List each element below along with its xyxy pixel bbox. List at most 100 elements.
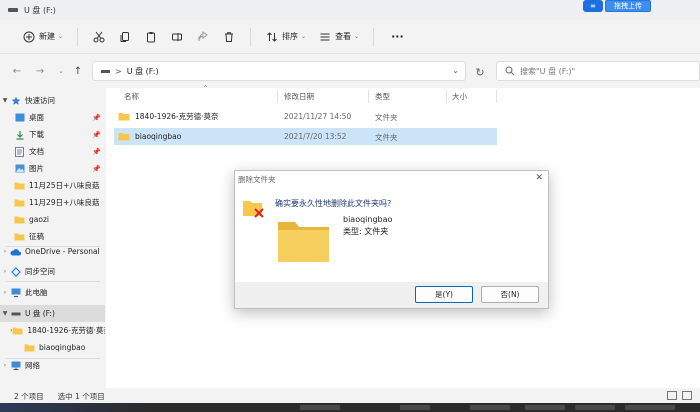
breadcrumb-separator: >	[115, 66, 122, 76]
pin-icon[interactable]: 📌	[92, 148, 101, 156]
sidebar-item-label: 文档	[29, 147, 44, 156]
sidebar-item-sync-space[interactable]: › 同步空间	[0, 263, 105, 280]
sidebar-item-documents[interactable]: 文档 📌	[0, 143, 105, 160]
share-button[interactable]	[190, 26, 216, 48]
title-bar: U 盘 (F:) ∞ 拖拽上传	[0, 0, 700, 20]
view-label: 查看	[335, 32, 352, 41]
chevron-right-icon[interactable]: ›	[0, 248, 10, 255]
view-button[interactable]: 查看 ⌄	[312, 26, 365, 48]
sidebar-item-folder[interactable]: biaoqingbao	[0, 339, 105, 356]
column-header-name[interactable]: 名称	[124, 88, 139, 105]
cloud-icon	[10, 247, 21, 257]
forward-arrow-icon[interactable]: →	[31, 62, 49, 80]
chevron-down-icon[interactable]: ▼	[0, 310, 10, 317]
folder-icon	[118, 113, 130, 121]
view-toggle	[667, 391, 692, 400]
paste-button[interactable]	[138, 26, 164, 48]
sync-icon	[10, 266, 21, 277]
taskbar-button[interactable]	[400, 405, 430, 410]
cut-button[interactable]	[86, 26, 112, 48]
more-label: ···	[391, 30, 404, 43]
yes-button[interactable]: 是(Y)	[415, 286, 473, 303]
pin-icon[interactable]: 📌	[92, 131, 101, 139]
taskbar-button[interactable]	[470, 405, 510, 410]
column-divider[interactable]	[496, 90, 497, 103]
search-placeholder: 搜索"U 盘 (F:)"	[520, 66, 576, 76]
dialog-body: 确实要永久性地删除此文件夹吗? biaoqingbao 类型: 文件夹	[235, 188, 548, 282]
sidebar-item-label: 同步空间	[25, 267, 55, 276]
details-view-icon[interactable]	[667, 391, 677, 400]
trash-icon	[222, 30, 236, 44]
file-type: 文件夹	[375, 113, 398, 122]
chevron-right-icon[interactable]: ›	[0, 362, 10, 369]
sidebar-item-usb-drive[interactable]: ▼ U 盘 (F:)	[0, 305, 105, 322]
sidebar-item-label: OneDrive - Personal	[25, 247, 100, 256]
pin-icon[interactable]: 📌	[92, 165, 101, 173]
column-header-type[interactable]: 类型	[375, 88, 390, 105]
taskbar-button[interactable]	[575, 405, 615, 410]
sidebar-item-this-pc[interactable]: › 此电脑	[0, 284, 105, 301]
dialog-title-bar: 删除文件夹 ✕	[235, 171, 548, 188]
chevron-down-icon: ⌄	[58, 33, 64, 40]
recent-chevron-icon[interactable]: ⌄	[52, 62, 70, 80]
more-options-button[interactable]: ···	[382, 26, 410, 48]
drag-upload-button[interactable]: 拖拽上传	[605, 0, 651, 12]
sidebar-item-folder[interactable]: › 1840-1926-克劳德·莫奈	[0, 322, 105, 339]
scissors-icon	[92, 30, 106, 44]
folder-icon	[14, 181, 25, 191]
sidebar-item-label: biaoqingbao	[39, 343, 86, 352]
column-divider[interactable]	[446, 90, 447, 103]
column-header-modified[interactable]: 修改日期	[284, 88, 314, 105]
dialog-title: 删除文件夹	[238, 175, 276, 184]
back-arrow-icon[interactable]: ←	[8, 62, 26, 80]
selected-count: 选中 1 个项目	[57, 391, 105, 401]
sidebar-item-folder[interactable]: gaozi	[0, 211, 105, 228]
refresh-icon[interactable]: ↻	[471, 63, 489, 81]
sidebar-item-folder[interactable]: 11月29日+八味良菇	[0, 194, 105, 211]
breadcrumb-drive[interactable]: U 盘 (F:)	[127, 66, 159, 77]
toolbar-divider	[250, 27, 252, 46]
address-bar[interactable]: > U 盘 (F:) ⌄	[92, 61, 466, 81]
toolbar-divider	[373, 27, 375, 46]
folder-icon	[14, 215, 25, 225]
taskbar-button[interactable]	[625, 405, 675, 410]
column-header-size[interactable]: 大小	[452, 88, 467, 105]
upload-badge[interactable]: ∞ 拖拽上传	[583, 0, 651, 12]
pin-icon[interactable]: 📌	[92, 114, 101, 122]
delete-folder-icon	[243, 201, 264, 218]
sidebar-item-quick-access[interactable]: ▼ 快速访问	[0, 92, 105, 109]
taskbar-button[interactable]	[525, 405, 565, 410]
copy-button[interactable]	[112, 26, 138, 48]
column-divider[interactable]	[368, 90, 369, 103]
tiles-view-icon[interactable]	[682, 391, 692, 400]
up-arrow-icon[interactable]: ↑	[69, 62, 87, 80]
sidebar-item-label: gaozi	[29, 215, 49, 224]
sort-button[interactable]: 排序 ⌄	[259, 26, 312, 48]
delete-button[interactable]	[216, 26, 242, 48]
chevron-down-icon[interactable]: ⌄	[452, 66, 459, 75]
new-button[interactable]: 新建 ⌄	[16, 26, 69, 48]
sidebar-item-downloads[interactable]: 下载 📌	[0, 126, 105, 143]
close-icon[interactable]: ✕	[535, 173, 543, 183]
sidebar-item-folder[interactable]: 11月25日+八味良菇	[0, 177, 105, 194]
chevron-down-icon[interactable]: ▼	[0, 97, 10, 104]
table-row[interactable]: biaoqingbao 2021/7/20 13:52 文件夹	[114, 128, 497, 145]
drive-icon	[101, 69, 110, 73]
table-row[interactable]: 1840-1926-克劳德·莫奈 2021/11/27 14:50 文件夹	[114, 108, 497, 125]
chevron-right-icon[interactable]: ›	[0, 289, 10, 296]
share-icon	[196, 30, 210, 44]
sidebar-item-label: 快速访问	[25, 96, 55, 105]
search-box[interactable]: 搜索"U 盘 (F:)"	[496, 61, 700, 81]
sidebar-item-desktop[interactable]: 桌面 📌	[0, 109, 105, 126]
column-divider[interactable]	[277, 90, 278, 103]
rename-button[interactable]	[164, 26, 190, 48]
no-button[interactable]: 否(N)	[481, 286, 539, 303]
item-count: 2 个项目	[14, 391, 44, 401]
sidebar-item-onedrive[interactable]: › OneDrive - Personal	[0, 243, 105, 260]
chevron-right-icon[interactable]: ›	[0, 268, 10, 275]
sidebar-item-network[interactable]: › 网络	[0, 357, 105, 374]
taskbar-button[interactable]	[300, 405, 340, 410]
sidebar-item-pictures[interactable]: 图片 📌	[0, 160, 105, 177]
dialog-footer: 是(Y) 否(N)	[235, 282, 548, 308]
sort-caret-icon: ^	[203, 85, 209, 92]
